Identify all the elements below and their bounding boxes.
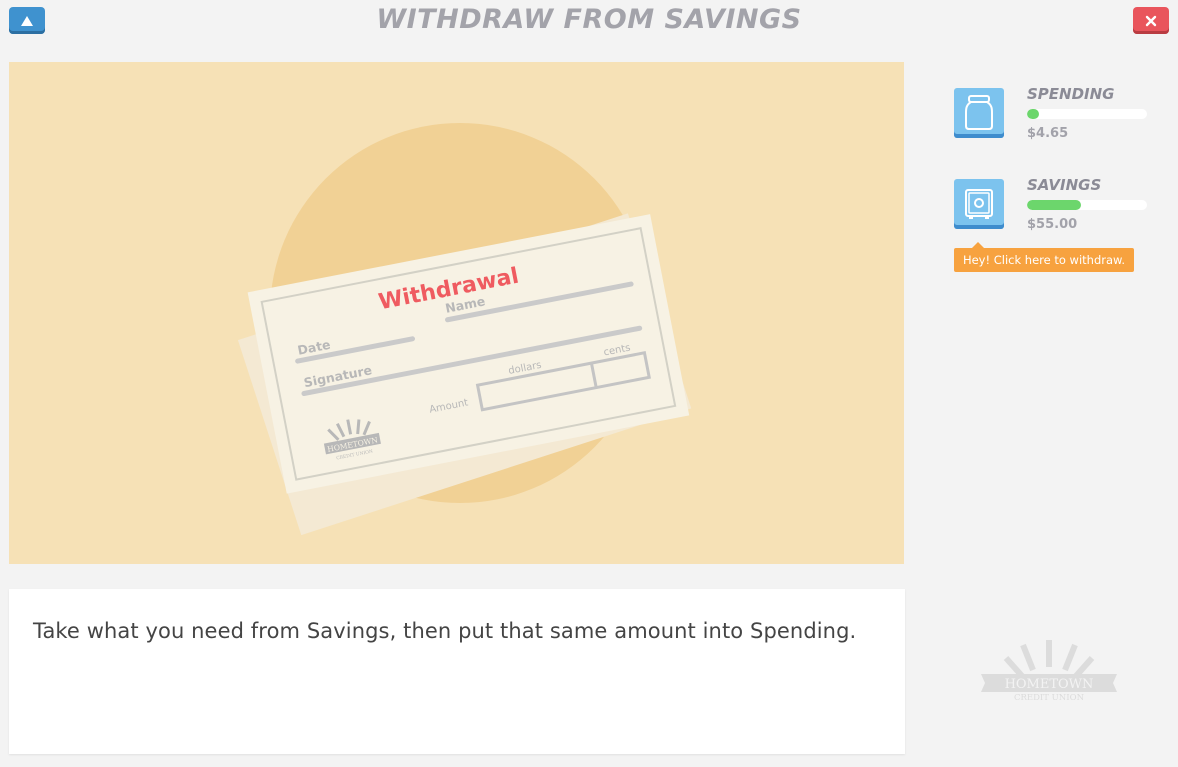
savings-amount: $55.00 — [1027, 217, 1078, 232]
spending-progress-fill — [1027, 109, 1039, 119]
spending-progress-bar — [1027, 109, 1147, 119]
message-card: Take what you need from Savings, then pu… — [9, 589, 905, 754]
logo-subtext: CREDIT UNION — [1014, 693, 1085, 703]
spending-account[interactable]: SPENDING $4.65 — [954, 85, 1154, 148]
tooltip-text: Hey! Click here to withdraw. — [962, 253, 1126, 267]
close-button[interactable] — [1133, 7, 1169, 34]
spending-label: SPENDING — [1027, 85, 1115, 103]
page-title: WITHDRAW FROM SAVINGS — [376, 4, 802, 35]
hometown-logo: HOMETOWN CREDIT UNION — [978, 636, 1120, 710]
close-x-icon — [1145, 15, 1157, 26]
spending-amount: $4.65 — [1027, 126, 1069, 141]
savings-progress-fill — [1027, 200, 1081, 210]
withdraw-tooltip[interactable]: Hey! Click here to withdraw. — [954, 242, 1134, 272]
logo-text: HOMETOWN — [1005, 677, 1094, 692]
savings-label: SAVINGS — [1027, 176, 1102, 194]
withdrawal-illustration: Withdrawal Name Date Signature dollars c… — [9, 62, 904, 564]
tooltip-arrow — [972, 242, 984, 248]
jar-icon — [954, 88, 1004, 138]
safe-icon — [954, 179, 1004, 229]
savings-account[interactable]: SAVINGS $55.00 — [954, 176, 1154, 239]
withdrawal-slip-graphic: Withdrawal Name Date Signature dollars c… — [237, 123, 692, 536]
savings-progress-bar — [1027, 200, 1147, 210]
instruction-text: Take what you need from Savings, then pu… — [33, 619, 857, 643]
